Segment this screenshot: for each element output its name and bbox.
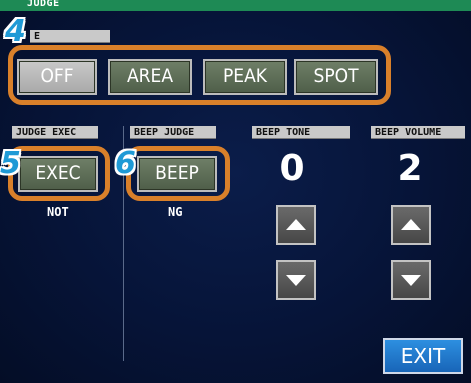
screen-title: JUDGE — [27, 0, 60, 9]
mode-label: E — [30, 30, 110, 43]
arrow-down-icon — [286, 275, 306, 286]
beep-judge-label: BEEP JUDGE — [130, 126, 216, 139]
arrow-down-icon — [401, 275, 421, 286]
callout-5-badge: 5 — [0, 146, 21, 181]
beep-volume-down-button[interactable] — [391, 260, 431, 300]
mode-area-button[interactable]: AREA — [108, 59, 192, 95]
arrow-up-icon — [401, 219, 421, 230]
callout-6-badge: 6 — [115, 146, 136, 181]
mode-spot-button[interactable]: SPOT — [294, 59, 378, 95]
mode-peak-button[interactable]: PEAK — [203, 59, 287, 95]
beep-tone-label: BEEP TONE — [252, 126, 350, 139]
beep-judge-status: NG — [168, 205, 183, 219]
beep-volume-label: BEEP VOLUME — [371, 126, 465, 139]
judge-exec-status: NOT — [47, 205, 69, 219]
exec-button[interactable]: EXEC — [18, 156, 98, 192]
beep-tone-down-button[interactable] — [276, 260, 316, 300]
title-bar: JUDGE — [0, 0, 471, 11]
judge-exec-label: JUDGE EXEC — [12, 126, 98, 139]
beep-button[interactable]: BEEP — [137, 156, 217, 192]
mode-off-button[interactable]: OFF — [17, 59, 97, 95]
beep-tone-value: 0 — [279, 148, 305, 189]
arrow-up-icon — [286, 219, 306, 230]
exit-button[interactable]: EXIT — [383, 338, 463, 374]
judge-screen: JUDGE E 4 OFF AREA PEAK SPOT JUDGE EXEC … — [0, 0, 471, 383]
beep-volume-up-button[interactable] — [391, 205, 431, 245]
beep-volume-value: 2 — [397, 148, 423, 189]
callout-4-badge: 4 — [5, 14, 26, 49]
beep-tone-up-button[interactable] — [276, 205, 316, 245]
